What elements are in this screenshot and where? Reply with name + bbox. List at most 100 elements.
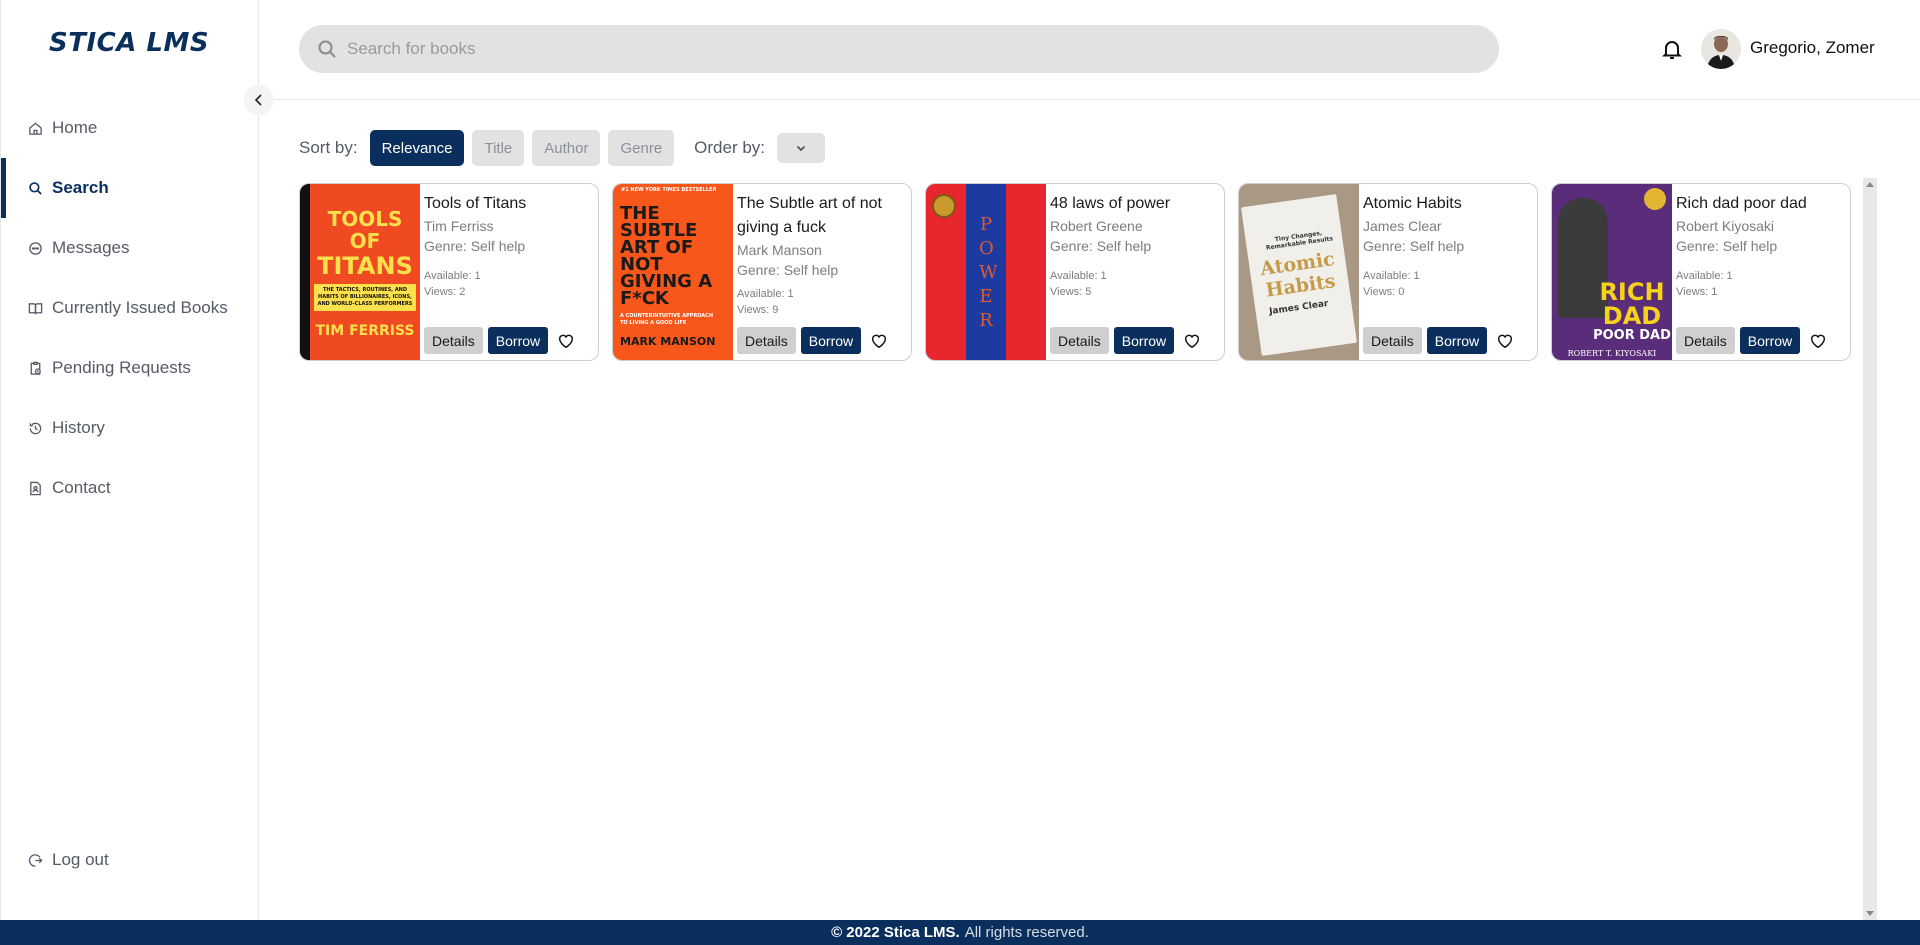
app-logo[interactable]: STICA LMS bbox=[49, 28, 209, 58]
cover-seal bbox=[932, 194, 956, 218]
book-card: RICH DAD POOR DAD ROBERT T. KIYOSAKI Ric… bbox=[1551, 183, 1851, 361]
book-author: Mark Manson bbox=[737, 242, 822, 258]
borrow-button[interactable]: Borrow bbox=[1113, 327, 1175, 354]
book-results: TOOLS OF TITANS THE TACTICS, ROUTINES, A… bbox=[299, 183, 1851, 361]
book-cover-image[interactable]: #1 NEW YORK TIMES BESTSELLER THE SUBTLE … bbox=[613, 184, 733, 360]
book-title[interactable]: 48 laws of power bbox=[1050, 192, 1220, 216]
sidebar-item-label: Currently Issued Books bbox=[52, 298, 228, 317]
user-name[interactable]: Gregorio, Zomer bbox=[1750, 38, 1875, 58]
book-available: Available: 1 bbox=[1676, 270, 1733, 282]
sort-label: Sort by: bbox=[299, 138, 358, 157]
cover-text: TIM FERRISS bbox=[315, 322, 415, 339]
sidebar-collapse-button[interactable] bbox=[244, 85, 274, 115]
results-scrollbar[interactable] bbox=[1863, 178, 1877, 920]
cover-text: POWER bbox=[979, 214, 998, 331]
footer-rights: All rights reserved. bbox=[964, 924, 1089, 941]
sidebar-item-search[interactable]: Search bbox=[1, 158, 259, 218]
sidebar-item-contact[interactable]: Contact bbox=[1, 458, 259, 518]
book-author: James Clear bbox=[1363, 218, 1442, 234]
sidebar-item-pending-requests[interactable]: Pending Requests bbox=[1, 338, 259, 398]
details-button[interactable]: Details bbox=[424, 327, 483, 354]
footer: © 2022 Stica LMS. All rights reserved. bbox=[0, 920, 1920, 945]
home-icon bbox=[27, 120, 43, 136]
book-views: Views: 1 bbox=[1676, 286, 1718, 298]
book-genre: Genre: Self help bbox=[424, 238, 526, 254]
clipboard-clock-icon bbox=[27, 360, 43, 376]
order-by-select[interactable] bbox=[777, 133, 826, 163]
book-cover-image[interactable]: Tiny Changes, Remarkable Results Atomic … bbox=[1239, 184, 1359, 360]
heart-icon[interactable] bbox=[1807, 330, 1829, 352]
search-icon bbox=[318, 40, 336, 58]
search-icon bbox=[27, 180, 43, 196]
book-title[interactable]: Rich dad poor dad bbox=[1676, 192, 1846, 216]
book-card: #1 NEW YORK TIMES BESTSELLER THE SUBTLE … bbox=[612, 183, 912, 361]
book-author: Robert Greene bbox=[1050, 218, 1143, 234]
heart-icon[interactable] bbox=[868, 330, 890, 352]
cover-text: RICH DAD bbox=[1599, 278, 1665, 330]
book-cover-image[interactable]: POWER bbox=[926, 184, 1046, 360]
book-title[interactable]: Atomic Habits bbox=[1363, 192, 1533, 216]
book-available: Available: 1 bbox=[737, 288, 794, 300]
sort-bar: Sort by: Relevance Title Author Genre Or… bbox=[299, 130, 826, 166]
borrow-button[interactable]: Borrow bbox=[1739, 327, 1801, 354]
search-input[interactable] bbox=[347, 39, 1447, 59]
heart-icon[interactable] bbox=[1494, 330, 1516, 352]
book-genre: Genre: Self help bbox=[1676, 238, 1778, 254]
sidebar: STICA LMS Home Search Messages Currently… bbox=[0, 0, 259, 920]
sidebar-item-label: Home bbox=[52, 118, 98, 137]
book-views: Views: 5 bbox=[1050, 286, 1092, 298]
book-card: TOOLS OF TITANS THE TACTICS, ROUTINES, A… bbox=[299, 183, 599, 361]
details-button[interactable]: Details bbox=[1676, 327, 1735, 354]
cover-text: #1 NEW YORK TIMES BESTSELLER bbox=[621, 187, 717, 193]
scroll-up-arrow-icon[interactable] bbox=[1866, 182, 1874, 187]
cover-text: THE TACTICS, ROUTINES, AND HABITS OF BIL… bbox=[314, 283, 416, 311]
book-card: Tiny Changes, Remarkable Results Atomic … bbox=[1238, 183, 1538, 361]
book-genre: Genre: Self help bbox=[1363, 238, 1465, 254]
logout-label: Log out bbox=[52, 850, 109, 869]
book-author: Tim Ferriss bbox=[424, 218, 494, 234]
book-available: Available: 1 bbox=[1050, 270, 1107, 282]
chevron-down-icon bbox=[796, 145, 806, 152]
book-open-icon bbox=[27, 300, 43, 316]
details-button[interactable]: Details bbox=[1050, 327, 1109, 354]
avatar[interactable] bbox=[1701, 29, 1741, 69]
sidebar-item-label: Contact bbox=[52, 478, 111, 497]
book-genre: Genre: Self help bbox=[737, 262, 839, 278]
sort-option-author[interactable]: Author bbox=[532, 130, 601, 166]
sidebar-item-history[interactable]: History bbox=[1, 398, 259, 458]
borrow-button[interactable]: Borrow bbox=[487, 327, 549, 354]
scroll-down-arrow-icon[interactable] bbox=[1866, 911, 1874, 916]
book-cover-image[interactable]: RICH DAD POOR DAD ROBERT T. KIYOSAKI bbox=[1552, 184, 1672, 360]
cover-text: TOOLS OF bbox=[327, 206, 403, 253]
cover-text: MARK MANSON bbox=[620, 334, 716, 348]
book-available: Available: 1 bbox=[1363, 270, 1420, 282]
book-title[interactable]: Tools of Titans bbox=[424, 192, 594, 216]
logout-button[interactable]: Log out bbox=[1, 830, 259, 890]
sidebar-item-currently-issued-books[interactable]: Currently Issued Books bbox=[1, 278, 259, 338]
sort-option-genre[interactable]: Genre bbox=[608, 130, 675, 166]
sort-option-title[interactable]: Title bbox=[472, 130, 525, 166]
book-title[interactable]: The Subtle art of not giving a fuck bbox=[737, 192, 907, 240]
borrow-button[interactable]: Borrow bbox=[1426, 327, 1488, 354]
book-cover-image[interactable]: TOOLS OF TITANS THE TACTICS, ROUTINES, A… bbox=[300, 184, 420, 360]
borrow-button[interactable]: Borrow bbox=[800, 327, 862, 354]
history-icon bbox=[27, 420, 43, 436]
book-views: Views: 2 bbox=[424, 286, 466, 298]
sidebar-item-label: Search bbox=[52, 178, 109, 197]
sidebar-item-home[interactable]: Home bbox=[1, 98, 259, 158]
search-bar[interactable] bbox=[299, 25, 1499, 73]
chevron-left-icon bbox=[254, 94, 262, 106]
details-button[interactable]: Details bbox=[737, 327, 796, 354]
book-author: Robert Kiyosaki bbox=[1676, 218, 1775, 234]
sort-option-relevance[interactable]: Relevance bbox=[369, 130, 465, 166]
notification-bell-icon[interactable] bbox=[1660, 37, 1684, 61]
details-button[interactable]: Details bbox=[1363, 327, 1422, 354]
heart-icon[interactable] bbox=[555, 330, 577, 352]
sidebar-item-messages[interactable]: Messages bbox=[1, 218, 259, 278]
cover-text: TITANS bbox=[317, 251, 413, 280]
heart-icon[interactable] bbox=[1181, 330, 1203, 352]
book-views: Views: 9 bbox=[737, 304, 779, 316]
cover-text: ROBERT T. KIYOSAKI bbox=[1567, 349, 1657, 358]
sidebar-item-label: Messages bbox=[52, 238, 130, 257]
sidebar-item-label: History bbox=[52, 418, 105, 437]
